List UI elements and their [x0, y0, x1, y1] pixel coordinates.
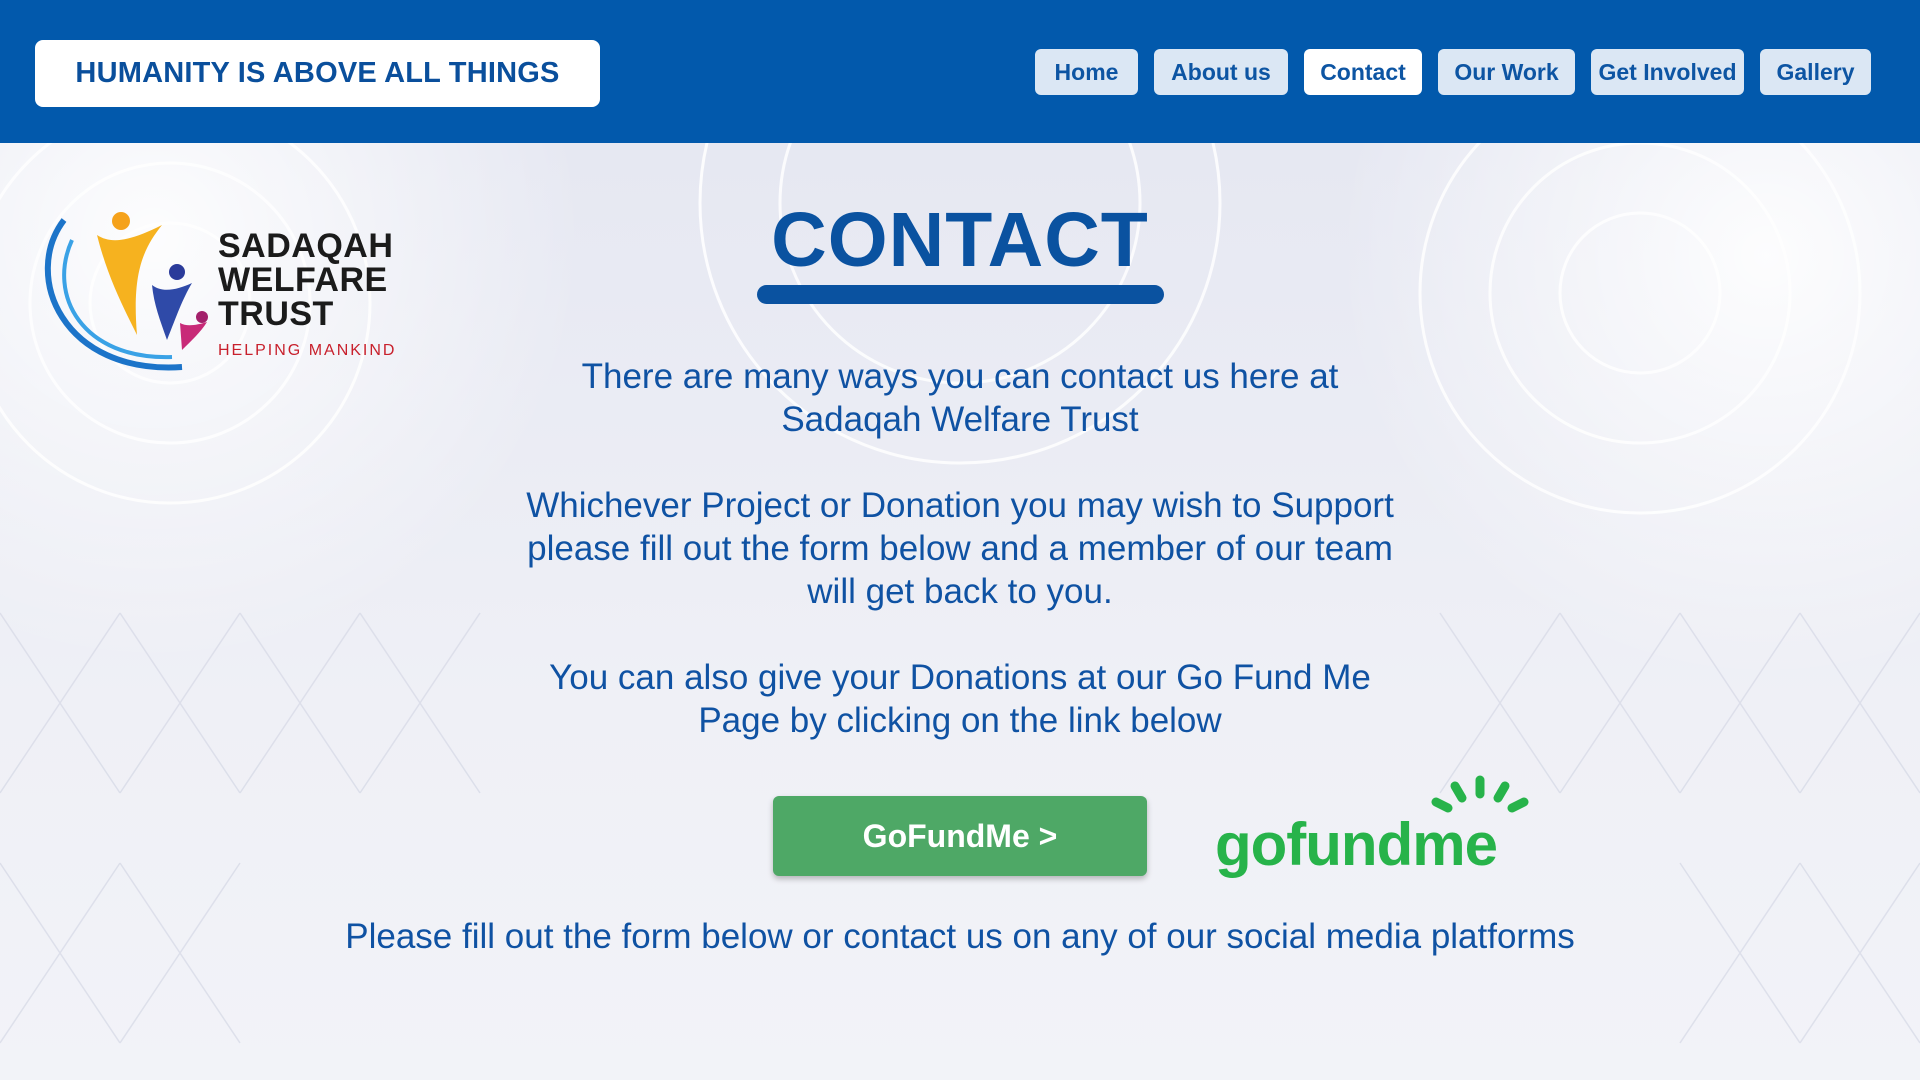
nav-our-work[interactable]: Our Work — [1438, 49, 1575, 95]
project-paragraph: Whichever Project or Donation you may wi… — [526, 486, 1394, 611]
nav-about-us[interactable]: About us — [1154, 49, 1288, 95]
tagline-banner: HUMANITY IS ABOVE ALL THINGS — [35, 40, 600, 107]
site-header: HUMANITY IS ABOVE ALL THINGS Home About … — [0, 0, 1920, 143]
logo-wordmark: SADAQAH WELFARE TRUST — [218, 229, 393, 331]
gofundme-paragraph: You can also give your Donations at our … — [549, 658, 1371, 740]
gofundme-button[interactable]: GoFundMe > — [773, 796, 1147, 876]
nav-gallery[interactable]: Gallery — [1760, 49, 1871, 95]
nav-home[interactable]: Home — [1035, 49, 1138, 95]
nav-contact[interactable]: Contact — [1304, 49, 1422, 95]
logo-line-1: SADAQAH — [218, 227, 394, 265]
contact-instructions: Please fill out the form below or contac… — [345, 917, 1575, 956]
logo-figures-icon — [44, 212, 208, 371]
logo-line-2: WELFARE — [218, 261, 388, 299]
page-title: CONTACT — [771, 197, 1149, 283]
title-underline — [757, 285, 1164, 304]
gofundme-logo[interactable]: gofundme — [1215, 810, 1498, 879]
nav-get-involved[interactable]: Get Involved — [1591, 49, 1744, 95]
intro-paragraph: There are many ways you can contact us h… — [581, 357, 1339, 439]
site-logo[interactable]: SADAQAH WELFARE TRUST HELPING MANKIND — [42, 205, 452, 380]
logo-line-3: TRUST — [218, 295, 334, 333]
tagline-text: HUMANITY IS ABOVE ALL THINGS — [75, 57, 560, 89]
logo-tagline: HELPING MANKIND — [218, 342, 397, 359]
